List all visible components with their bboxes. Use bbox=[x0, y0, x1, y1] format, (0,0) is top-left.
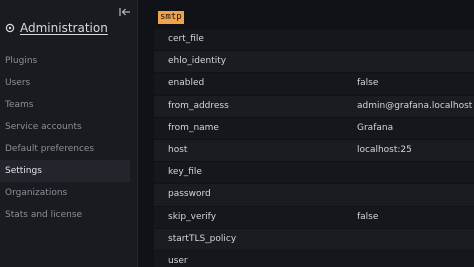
setting-value: admin@grafana.localhost bbox=[357, 100, 473, 111]
dock-left-icon[interactable] bbox=[118, 7, 132, 19]
table-row: host localhost:25 bbox=[154, 138, 474, 162]
table-row: password bbox=[154, 183, 474, 206]
table-row: from_address admin@grafana.localhost bbox=[154, 94, 474, 117]
sidebar-item-teams[interactable]: Teams bbox=[0, 94, 130, 116]
setting-key: enabled bbox=[168, 78, 205, 89]
sidebar-nav: Plugins Users Teams Service accounts Def… bbox=[0, 50, 130, 226]
setting-key: startTLS_policy bbox=[168, 233, 237, 244]
sidebar-item-organizations[interactable]: Organizations bbox=[0, 182, 130, 204]
setting-key: from_address bbox=[168, 100, 229, 111]
setting-key: from_name bbox=[168, 122, 219, 133]
table-row: startTLS_policy bbox=[154, 227, 474, 250]
setting-key: user bbox=[168, 255, 188, 266]
sidebar-item-service-accounts[interactable]: Service accounts bbox=[0, 116, 130, 138]
setting-value: false bbox=[357, 211, 379, 222]
settings-table: cert_file ehlo_identity enabled false fr… bbox=[154, 28, 474, 267]
setting-key: key_file bbox=[168, 167, 202, 178]
dock-left-icon-glyph bbox=[119, 8, 130, 16]
setting-key: skip_verify bbox=[168, 211, 217, 222]
table-row: cert_file bbox=[154, 28, 474, 51]
table-row: key_file bbox=[154, 161, 474, 184]
table-row: skip_verify false bbox=[154, 205, 474, 228]
app-root: Administration Plugins Users Teams Servi… bbox=[0, 0, 474, 267]
setting-value: false bbox=[357, 78, 379, 89]
sidebar-item-settings[interactable]: Settings bbox=[0, 160, 130, 182]
setting-value: Grafana bbox=[357, 122, 394, 133]
setting-key: host bbox=[168, 144, 188, 155]
sidebar-header: Administration bbox=[5, 19, 108, 37]
section-header: smtp bbox=[158, 11, 184, 24]
sidebar-title[interactable]: Administration bbox=[20, 21, 108, 35]
table-row: user bbox=[154, 249, 474, 267]
setting-key: password bbox=[168, 189, 211, 200]
setting-value: localhost:25 bbox=[357, 144, 412, 155]
table-row: enabled false bbox=[154, 72, 474, 95]
settings-panel: smtp cert_file ehlo_identity enabled fal… bbox=[139, 0, 474, 267]
sidebar: Administration Plugins Users Teams Servi… bbox=[0, 0, 138, 267]
table-row: ehlo_identity bbox=[154, 50, 474, 73]
sidebar-item-users[interactable]: Users bbox=[0, 72, 130, 94]
sidebar-item-default-preferences[interactable]: Default preferences bbox=[0, 138, 130, 160]
setting-key: cert_file bbox=[168, 34, 204, 44]
sidebar-item-plugins[interactable]: Plugins bbox=[0, 50, 130, 72]
table-row: from_name Grafana bbox=[154, 116, 474, 139]
gear-icon bbox=[5, 23, 15, 33]
sidebar-item-stats-and-license[interactable]: Stats and license bbox=[0, 204, 130, 226]
setting-key: ehlo_identity bbox=[168, 56, 227, 67]
